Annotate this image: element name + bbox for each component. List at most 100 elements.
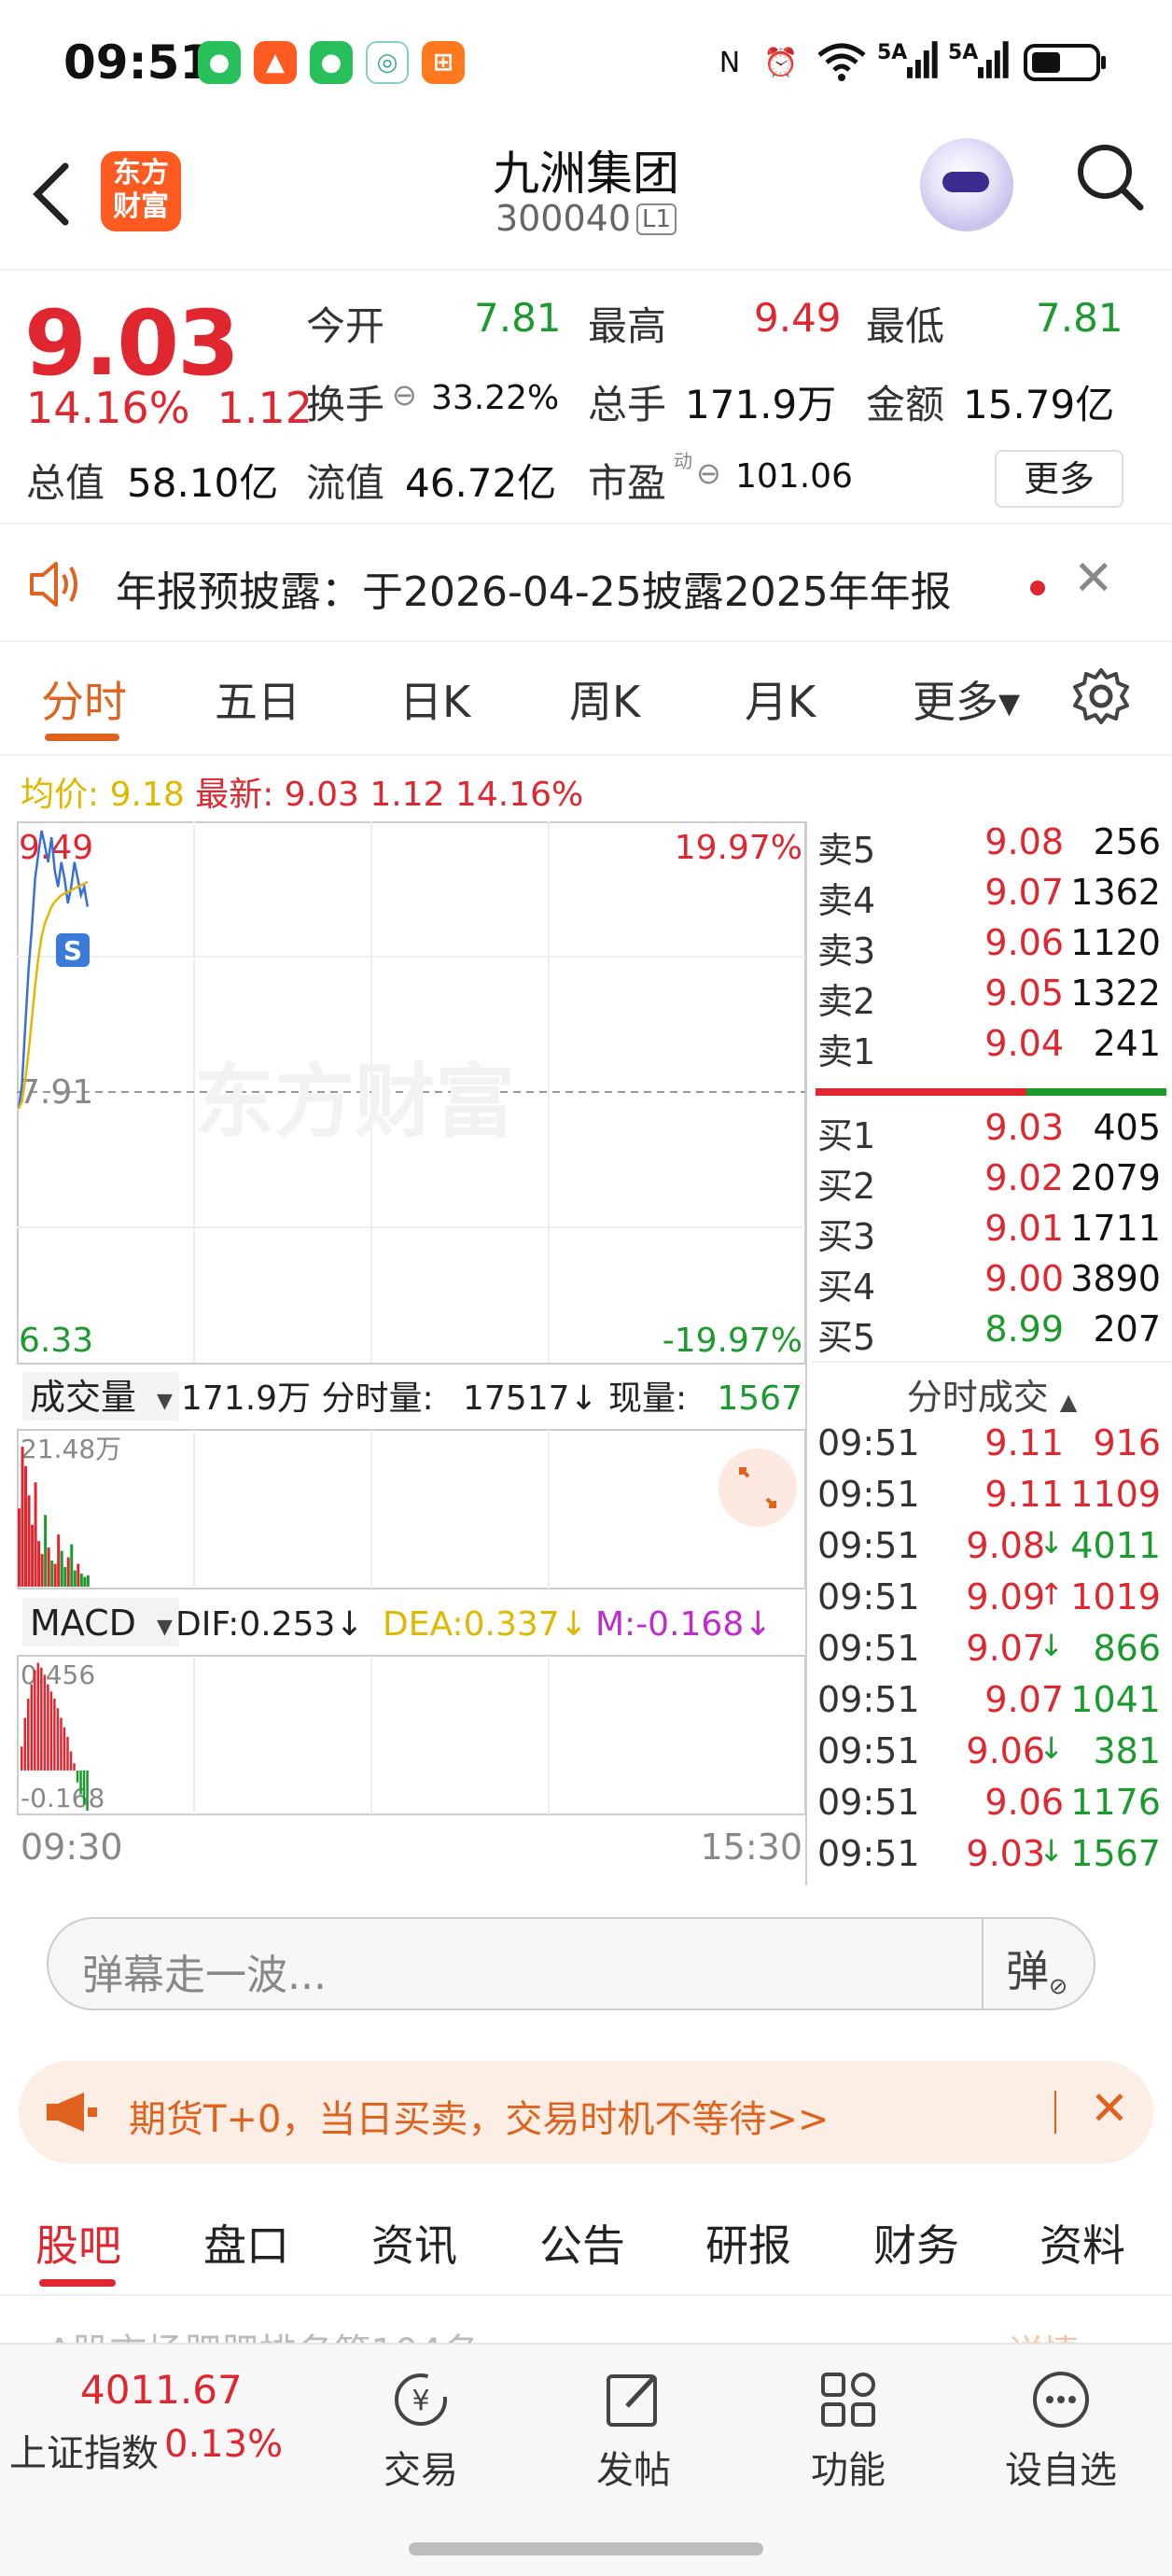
ask-label: 卖2 bbox=[817, 981, 876, 1022]
trade-time: 09:51 bbox=[817, 1422, 920, 1463]
tab-daily-k[interactable]: 日K bbox=[399, 668, 470, 730]
signal-marker-label: S bbox=[63, 935, 82, 966]
danmu-button-label: 弹 bbox=[1006, 1946, 1049, 1996]
latest-label: 最新: bbox=[195, 776, 274, 814]
close-notice-button[interactable]: ✕ bbox=[1073, 551, 1114, 607]
wifi-icon bbox=[814, 41, 870, 84]
volume-bar bbox=[66, 1557, 70, 1587]
danmu-input-bar[interactable]: 弹幕走一波... 弹⊘ bbox=[47, 1917, 1095, 2010]
close-promo-button[interactable]: ✕ bbox=[1090, 2081, 1129, 2135]
wechat-icon: ● bbox=[310, 41, 353, 84]
volume-bar bbox=[40, 1554, 44, 1587]
promo-banner[interactable]: 期货T+0，当日买卖，交易时机不等待>> ✕ bbox=[19, 2061, 1153, 2163]
add-watchlist-label: 设自选 bbox=[1005, 2449, 1117, 2492]
price-line bbox=[17, 830, 90, 1109]
trade-row: 09:51 9.06 1176 bbox=[812, 1782, 1166, 1832]
ask-volume: 1120 bbox=[1070, 922, 1161, 963]
tencent-icon: ▲ bbox=[254, 41, 297, 84]
trade-time: 09:51 bbox=[817, 1525, 920, 1566]
tab-pankou[interactable]: 盘口 bbox=[203, 2212, 289, 2274]
trades-title: 分时成交 bbox=[906, 1377, 1049, 1418]
trade-arrow: ↑ bbox=[1039, 1576, 1064, 1612]
trade-price: 9.07 bbox=[966, 1628, 1045, 1669]
bid-row: 买1 9.03 405 bbox=[812, 1107, 1166, 1157]
index-name: 上证指数 bbox=[9, 2432, 159, 2475]
add-watchlist-button[interactable]: 设自选 bbox=[991, 2367, 1131, 2494]
macd-bar bbox=[79, 1770, 82, 1795]
expand-button[interactable] bbox=[719, 1449, 797, 1527]
tab-profile[interactable]: 资料 bbox=[1039, 2212, 1125, 2274]
macd-bar bbox=[49, 1691, 53, 1771]
wechat-icon: ● bbox=[198, 41, 241, 84]
turnover-label: 换手 bbox=[306, 382, 385, 427]
tab-announcements[interactable]: 公告 bbox=[539, 2212, 625, 2274]
avg-value: 9.18 bbox=[109, 776, 185, 814]
tab-guba[interactable]: 股吧 bbox=[35, 2212, 121, 2274]
volume-bar bbox=[57, 1534, 61, 1587]
volume-select-label: 成交量 bbox=[30, 1377, 136, 1418]
tab-more[interactable]: 更多▾ bbox=[913, 668, 1020, 730]
robot-assistant-icon[interactable] bbox=[920, 138, 1013, 231]
home-indicator[interactable] bbox=[409, 2542, 763, 2555]
more-button[interactable]: 更多 bbox=[995, 450, 1123, 508]
tab-monthly-k[interactable]: 月K bbox=[745, 668, 816, 730]
top-pct-label: 19.97% bbox=[675, 829, 802, 867]
level-badge: L1 bbox=[636, 203, 677, 235]
ask-price: 9.07 bbox=[984, 872, 1064, 913]
amount-label: 金额 bbox=[866, 382, 945, 427]
tab-weekly-k[interactable]: 周K bbox=[569, 668, 640, 730]
trade-arrow: ↓ bbox=[1039, 1730, 1064, 1766]
tab-news[interactable]: 资讯 bbox=[371, 2212, 457, 2274]
macd-bottom-label: -0.168 bbox=[21, 1783, 105, 1813]
functions-button[interactable]: 功能 bbox=[778, 2367, 918, 2494]
trade-volume: 381 bbox=[1093, 1730, 1161, 1771]
top-price-label: 9.49 bbox=[19, 829, 93, 867]
tab-intraday[interactable]: 分时 bbox=[41, 668, 127, 730]
volume-bar bbox=[44, 1515, 48, 1587]
tab-research[interactable]: 研报 bbox=[705, 2212, 791, 2274]
notice-bar[interactable]: 年报预披露：于2026-04-25披露2025年年报 ✕ bbox=[0, 530, 1172, 642]
tab-five-day[interactable]: 五日 bbox=[215, 668, 300, 730]
trade-button[interactable]: ¥ 交易 bbox=[351, 2367, 491, 2494]
trades-list[interactable]: 09:51 9.11 916 09:51 9.11 1109 09:51 9.08 ↓ 4011 0… bbox=[812, 1422, 1172, 1889]
settings-gear-icon[interactable] bbox=[1071, 666, 1131, 730]
svg-text:¥: ¥ bbox=[412, 2385, 429, 2417]
macd-bar bbox=[34, 1670, 36, 1771]
trades-header[interactable]: 分时成交 ▲ bbox=[812, 1368, 1172, 1420]
trade-price: 9.09 bbox=[966, 1576, 1045, 1617]
now-volume-label: 现量: bbox=[608, 1379, 687, 1418]
index-ticker[interactable]: 4011.67 上证指数 0.13% bbox=[0, 2345, 308, 2513]
battery-icon bbox=[1023, 41, 1109, 84]
trade-arrow: ↓ bbox=[1039, 1628, 1064, 1663]
info-icon[interactable]: ⊖ bbox=[392, 377, 417, 413]
info-icon[interactable]: ⊖ bbox=[696, 455, 721, 491]
intraday-legend: 均价: 9.18 最新: 9.03 1.12 14.16% bbox=[21, 767, 583, 816]
search-icon[interactable] bbox=[1073, 140, 1157, 224]
signal-icon: 5A bbox=[877, 41, 939, 84]
status-bar: 09:51 ● ▲ ● ◎ ⊞ Ν ⏰ 5A 5A bbox=[0, 0, 1172, 131]
macd-bar bbox=[36, 1662, 40, 1771]
trade-volume: 1019 bbox=[1070, 1576, 1161, 1617]
more-dots-icon bbox=[991, 2367, 1131, 2432]
open-value: 7.81 bbox=[474, 295, 562, 341]
pe-label: 市盈 bbox=[588, 460, 667, 506]
bid-row: 买4 9.00 3890 bbox=[812, 1258, 1166, 1309]
volume-bar bbox=[77, 1563, 80, 1587]
macd-dea: DEA:0.337↓ bbox=[383, 1605, 588, 1644]
active-tab-indicator bbox=[39, 2279, 116, 2287]
bid-volume: 3890 bbox=[1070, 1258, 1161, 1299]
chart-svg: 东方财富 9.49 19.97% 7.91 6.33 -19.97% S 成交量… bbox=[17, 821, 807, 1885]
danmu-toggle-button[interactable]: 弹⊘ bbox=[1006, 1938, 1067, 1999]
signal-label: 5A bbox=[948, 41, 979, 64]
trade-time: 09:51 bbox=[817, 1782, 920, 1823]
minute-volume: 17517↓ bbox=[463, 1379, 598, 1418]
tab-finance[interactable]: 财务 bbox=[873, 2212, 959, 2274]
intraday-chart[interactable]: 东方财富 9.49 19.97% 7.91 6.33 -19.97% S 成交量… bbox=[17, 821, 808, 1885]
volume-bar bbox=[83, 1576, 87, 1587]
price-lines bbox=[17, 830, 90, 1110]
volume-bar bbox=[37, 1541, 41, 1587]
bid-label: 买3 bbox=[817, 1216, 876, 1257]
ask-volume: 241 bbox=[1093, 1023, 1161, 1064]
app-icon: ⊞ bbox=[422, 41, 465, 84]
post-button[interactable]: 发帖 bbox=[564, 2367, 704, 2494]
